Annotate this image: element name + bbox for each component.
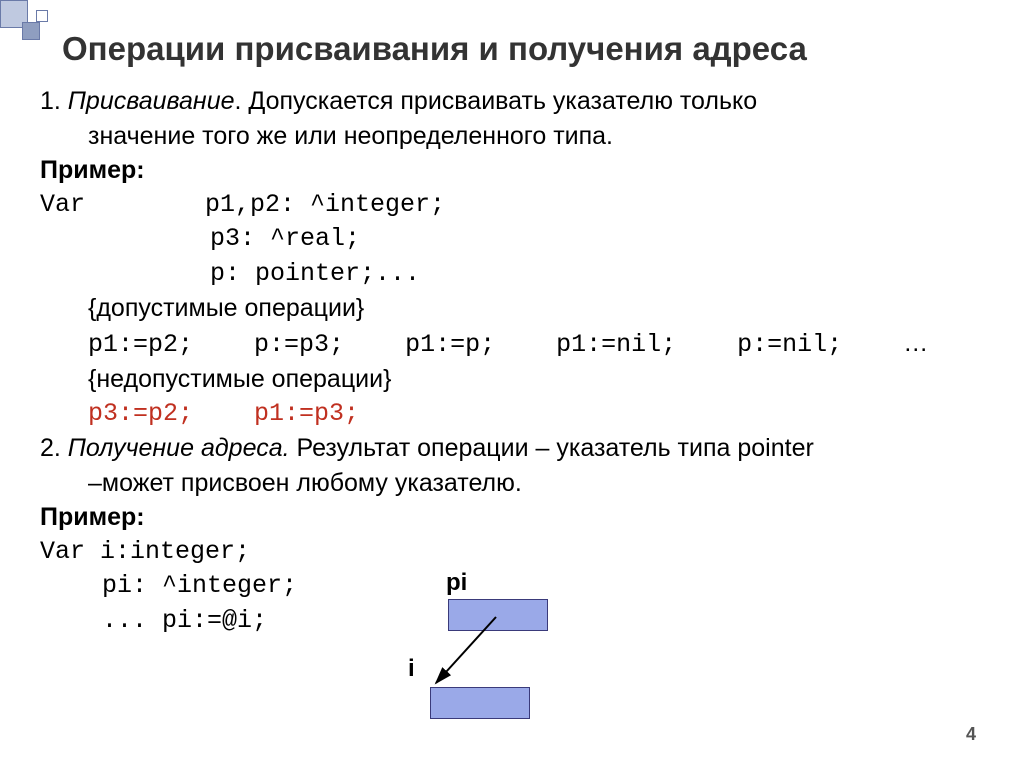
slide-body: Операции присваивания и получения адреса… [0,0,1024,638]
op: p1:=nil; [556,328,676,363]
example-heading: Пример: [40,153,984,188]
paragraph-cont: –может присвоен любому указателю. [40,466,984,501]
code-line: Var i:integer; [40,535,984,570]
text: Результат операции – указатель типа poin… [290,434,814,462]
code-line: p: pointer;... [40,257,984,292]
code-line: p3: ^real; [40,222,984,257]
op: p1:=p2; [88,328,193,363]
op: p:=nil; [737,328,842,363]
text: . Допускается присваивать указателю толь… [235,87,758,115]
code-line: Var p1,p2: ^integer; [40,188,984,223]
comment-line: {допустимые операции} [40,291,984,326]
deco-square [36,10,48,22]
op: p:=p3; [254,328,344,363]
pointer-diagram: pi i [400,575,660,735]
slide-title: Операции присваивания и получения адреса [62,30,984,68]
declaration: i:integer; [100,537,250,566]
page-number: 4 [966,724,976,745]
list-number: 2. [40,434,68,462]
comment-line: {недопустимые операции} [40,362,984,397]
deco-square [22,22,40,40]
op-bad: p3:=p2; [88,397,193,432]
ellipsis: … [903,329,928,357]
code-line-invalid: p3:=p2; p1:=p3; [40,397,984,432]
arrow-icon [400,575,660,735]
paragraph-cont: значение того же или неопределенного тип… [40,119,984,154]
slide-content: 1. Присваивание. Допускается присваивать… [40,84,984,638]
paragraph: 2. Получение адреса. Результат операции … [40,431,984,466]
term: Присваивание [68,87,235,115]
op: p1:=p; [405,328,495,363]
example-heading: Пример: [40,500,984,535]
list-number: 1. [40,87,68,115]
declaration: p1,p2: ^integer; [205,190,445,219]
paragraph: 1. Присваивание. Допускается присваивать… [40,84,984,119]
term: Получение адреса. [68,434,290,462]
keyword-var: Var [40,190,85,219]
keyword-var: Var [40,537,100,566]
op-bad: p1:=p3; [254,397,359,432]
code-line: p1:=p2; p:=p3; p1:=p; p1:=nil; p:=nil; … [40,326,984,363]
